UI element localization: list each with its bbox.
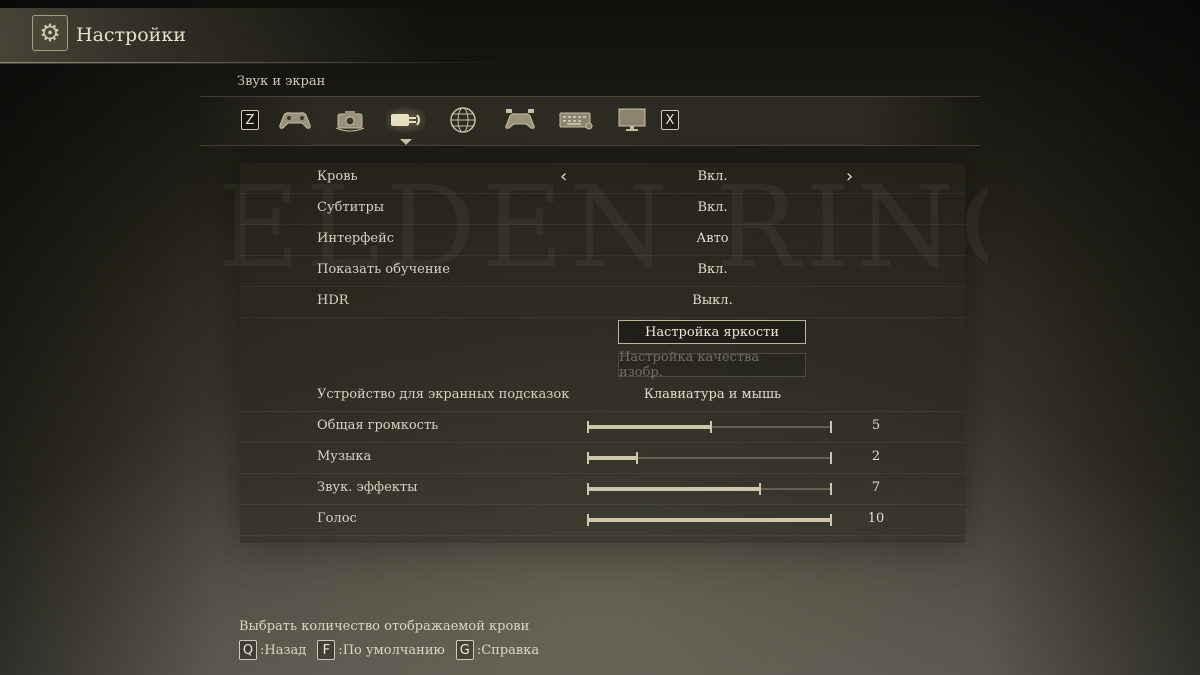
setting-row-interface[interactable]: Интерфейс Авто: [240, 225, 965, 256]
chevron-right-icon[interactable]: ›: [846, 166, 853, 187]
monitor-icon: [618, 108, 646, 131]
slider-value: 5: [871, 418, 881, 433]
x-key-icon: X: [661, 110, 679, 130]
slider-value: 2: [871, 449, 881, 464]
tab-game[interactable]: [275, 105, 315, 135]
setting-value: Выкл.: [692, 293, 733, 308]
camera-icon: [335, 111, 365, 132]
setting-label: Интерфейс: [317, 231, 395, 246]
slider-knob[interactable]: [710, 421, 712, 433]
setting-value: Вкл.: [697, 169, 728, 184]
tab-keyboard[interactable]: [556, 105, 596, 135]
setting-value: Вкл.: [697, 200, 728, 215]
header-divider: [0, 62, 520, 63]
slider-knob[interactable]: [830, 514, 832, 526]
gamepad-icon: [279, 112, 311, 129]
setting-row-blood[interactable]: Кровь ‹ Вкл. ›: [240, 163, 965, 194]
volume-slider[interactable]: [587, 482, 832, 496]
back-hint-label[interactable]: :Назад: [260, 643, 306, 658]
tab-next-key[interactable]: X: [650, 105, 690, 135]
setting-value: Авто: [696, 231, 729, 246]
setting-description: Выбрать количество отображаемой крови: [239, 619, 530, 634]
default-hint-label[interactable]: :По умолчанию: [338, 643, 445, 658]
setting-row-subtitles[interactable]: Субтитры Вкл.: [240, 194, 965, 225]
help-hint-label[interactable]: :Справка: [477, 643, 539, 658]
slider-value: 10: [867, 511, 885, 526]
setting-label: HDR: [317, 293, 349, 308]
setting-label: Музыка: [317, 449, 372, 464]
tab-network[interactable]: [443, 105, 483, 135]
setting-label: Кровь: [317, 169, 358, 184]
slider-knob[interactable]: [759, 483, 761, 495]
setting-label: Устройство для экранных подсказок: [317, 387, 570, 402]
image-quality-button[interactable]: Настройка качества изобр.: [618, 350, 806, 380]
tab-controls[interactable]: [500, 105, 540, 135]
gear-icon: ⚙: [32, 15, 68, 51]
tab-prev-key[interactable]: Z: [230, 105, 270, 135]
q-key-icon[interactable]: Q: [239, 640, 257, 660]
globe-icon: [450, 107, 476, 133]
tab-display[interactable]: [612, 105, 652, 135]
tab-sound-display[interactable]: [386, 105, 426, 145]
g-key-icon[interactable]: G: [455, 640, 474, 660]
volume-slider[interactable]: [587, 513, 832, 527]
setting-row-voice[interactable]: Голос 10: [240, 505, 965, 536]
key-hints: Q :Назад F :По умолчанию G :Справка: [239, 640, 547, 660]
setting-label: Субтитры: [317, 200, 385, 215]
setting-row-master-volume[interactable]: Общая громкость 5: [240, 412, 965, 443]
setting-label: Голос: [317, 511, 357, 526]
category-tab-bar: Z X: [200, 96, 980, 146]
brightness-adjust-button[interactable]: Настройка яркости: [618, 320, 806, 344]
setting-row-tutorial[interactable]: Показать обучение Вкл.: [240, 256, 965, 287]
keyboard-icon: [559, 112, 593, 130]
slider-knob[interactable]: [636, 452, 638, 464]
settings-screen: ⚙ Настройки Звук и экран Z X ELDEN RING …: [0, 0, 1200, 675]
setting-row-hint-device[interactable]: Устройство для экранных подсказок Клавиа…: [240, 381, 965, 412]
page-title: Настройки: [76, 24, 186, 46]
slider-value: 7: [871, 480, 881, 495]
setting-label: Показать обучение: [317, 262, 450, 277]
sound-display-icon: [391, 114, 420, 126]
f-key-icon[interactable]: F: [317, 640, 336, 660]
chevron-left-icon[interactable]: ‹: [560, 166, 567, 187]
section-title: Звук и экран: [237, 74, 326, 89]
setting-label: Звук. эффекты: [317, 480, 418, 495]
setting-value: Клавиатура и мышь: [643, 387, 782, 402]
setting-label: Общая громкость: [317, 418, 439, 433]
volume-slider[interactable]: [587, 420, 832, 434]
controller-keys-icon: [505, 109, 535, 129]
tab-camera[interactable]: [330, 105, 370, 135]
setting-row-music[interactable]: Музыка 2: [240, 443, 965, 474]
setting-row-hdr[interactable]: HDR Выкл.: [240, 287, 965, 318]
setting-row-sfx[interactable]: Звук. эффекты 7: [240, 474, 965, 505]
volume-slider[interactable]: [587, 451, 832, 465]
z-key-icon: Z: [241, 110, 259, 130]
setting-value: Вкл.: [697, 262, 728, 277]
